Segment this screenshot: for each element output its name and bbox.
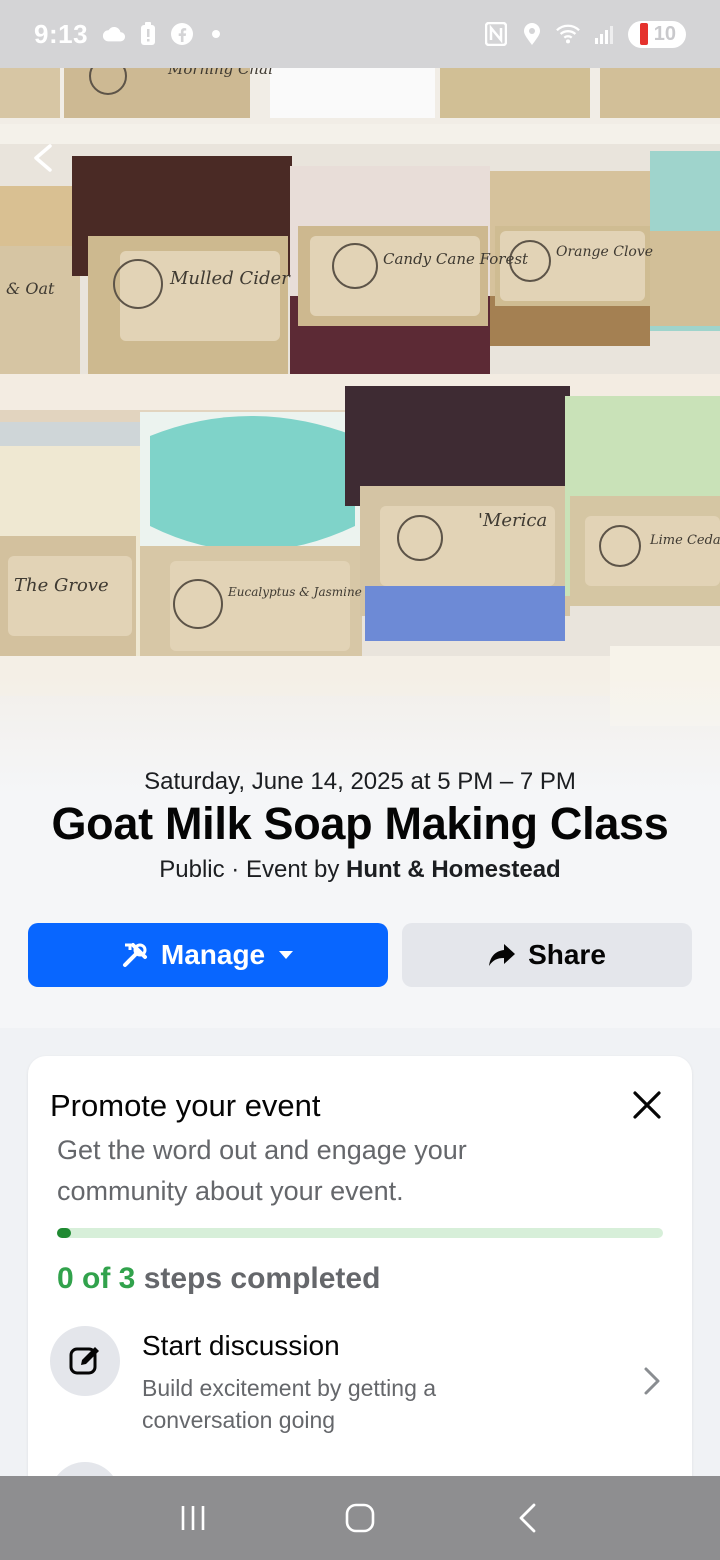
- steps-completed: 0 of 3 steps completed: [57, 1262, 380, 1296]
- status-time: 9:13: [34, 18, 89, 49]
- event-privacy: Public: [159, 856, 225, 883]
- recent-apps-button[interactable]: [171, 1496, 215, 1540]
- home-icon: [345, 1503, 375, 1533]
- share-button[interactable]: Share: [402, 923, 692, 987]
- soap-label-candy-cane: Candy Cane Forest: [383, 250, 529, 268]
- steps-suffix: steps completed: [135, 1262, 381, 1295]
- task-description: Build excitement by getting a conversati…: [142, 1375, 437, 1433]
- status-bar: 9:13 10: [0, 0, 720, 68]
- system-icons: 10: [484, 20, 686, 48]
- chevron-left-icon: [34, 144, 52, 172]
- promote-event-card: Promote your event Get the word out and …: [28, 1056, 692, 1532]
- meta-separator: ·: [224, 856, 246, 883]
- back-icon: [519, 1503, 536, 1533]
- caret-down-icon: [279, 951, 294, 959]
- dot-icon: [204, 22, 228, 46]
- back-nav-button[interactable]: [505, 1496, 549, 1540]
- chevron-right-icon: [644, 1367, 660, 1395]
- battery-level-bar: [639, 23, 648, 45]
- steps-count: 0 of 3: [57, 1262, 136, 1295]
- manage-label: Manage: [160, 939, 266, 970]
- battery-level: 10: [653, 22, 676, 45]
- promote-description: Get the word out and engage your communi…: [57, 1135, 467, 1206]
- event-meta: Public · Event by Hunt & Homestead: [0, 856, 720, 884]
- soap-label-oat: & Oat: [6, 279, 55, 298]
- wifi-icon: [555, 22, 580, 46]
- task-start-discussion[interactable]: Start discussion Build excitement by get…: [50, 1324, 670, 1434]
- soap-label-eucalyptus: Eucalyptus & Jasmine: [227, 585, 362, 599]
- close-icon: [633, 1091, 661, 1119]
- location-icon: [520, 22, 544, 46]
- share-arrow-icon: [489, 944, 516, 966]
- event-host-link[interactable]: Hunt & Homestead: [346, 856, 561, 883]
- signal-icon: [592, 22, 616, 46]
- manage-button[interactable]: Manage: [28, 923, 388, 987]
- cloud-icon: [102, 22, 126, 46]
- nfc-icon: [484, 22, 508, 46]
- battery-indicator: 10: [627, 20, 686, 48]
- soap-label-lime-cedarwood: Lime Cedarwood: [649, 533, 720, 548]
- notification-icons: [102, 22, 228, 46]
- promote-title: Promote your event: [50, 1088, 321, 1123]
- soap-label-mulled-cider: Mulled Cider: [169, 268, 291, 289]
- steps-progress-bar: [57, 1228, 663, 1238]
- steps-progress-fill: [57, 1228, 71, 1238]
- compose-icon-wrapper: [50, 1326, 120, 1396]
- home-button[interactable]: [338, 1496, 382, 1540]
- recent-apps-icon: [182, 1506, 205, 1530]
- soap-label-orange-clove: Orange Clove: [556, 244, 653, 260]
- system-navigation-bar: [0, 1476, 720, 1560]
- event-title: Goat Milk Soap Making Class: [51, 798, 669, 849]
- event-cover-photo: Morning Chai Mulled Cider Candy Cane For…: [0, 56, 720, 796]
- share-label: Share: [528, 939, 606, 970]
- soap-label-merica: 'Merica: [478, 510, 547, 531]
- tools-icon: [122, 943, 147, 967]
- battery-alert-icon: [136, 22, 160, 46]
- event-date: Saturday, June 14, 2025 at 5 PM – 7 PM: [144, 768, 576, 795]
- event-by-prefix: Event by: [245, 856, 347, 883]
- compose-icon: [69, 1347, 99, 1375]
- soap-label-the-grove: The Grove: [14, 575, 109, 596]
- task-title: Start discussion: [142, 1330, 340, 1361]
- facebook-icon: [170, 22, 194, 46]
- close-button[interactable]: [632, 1090, 662, 1120]
- back-button[interactable]: [26, 140, 62, 176]
